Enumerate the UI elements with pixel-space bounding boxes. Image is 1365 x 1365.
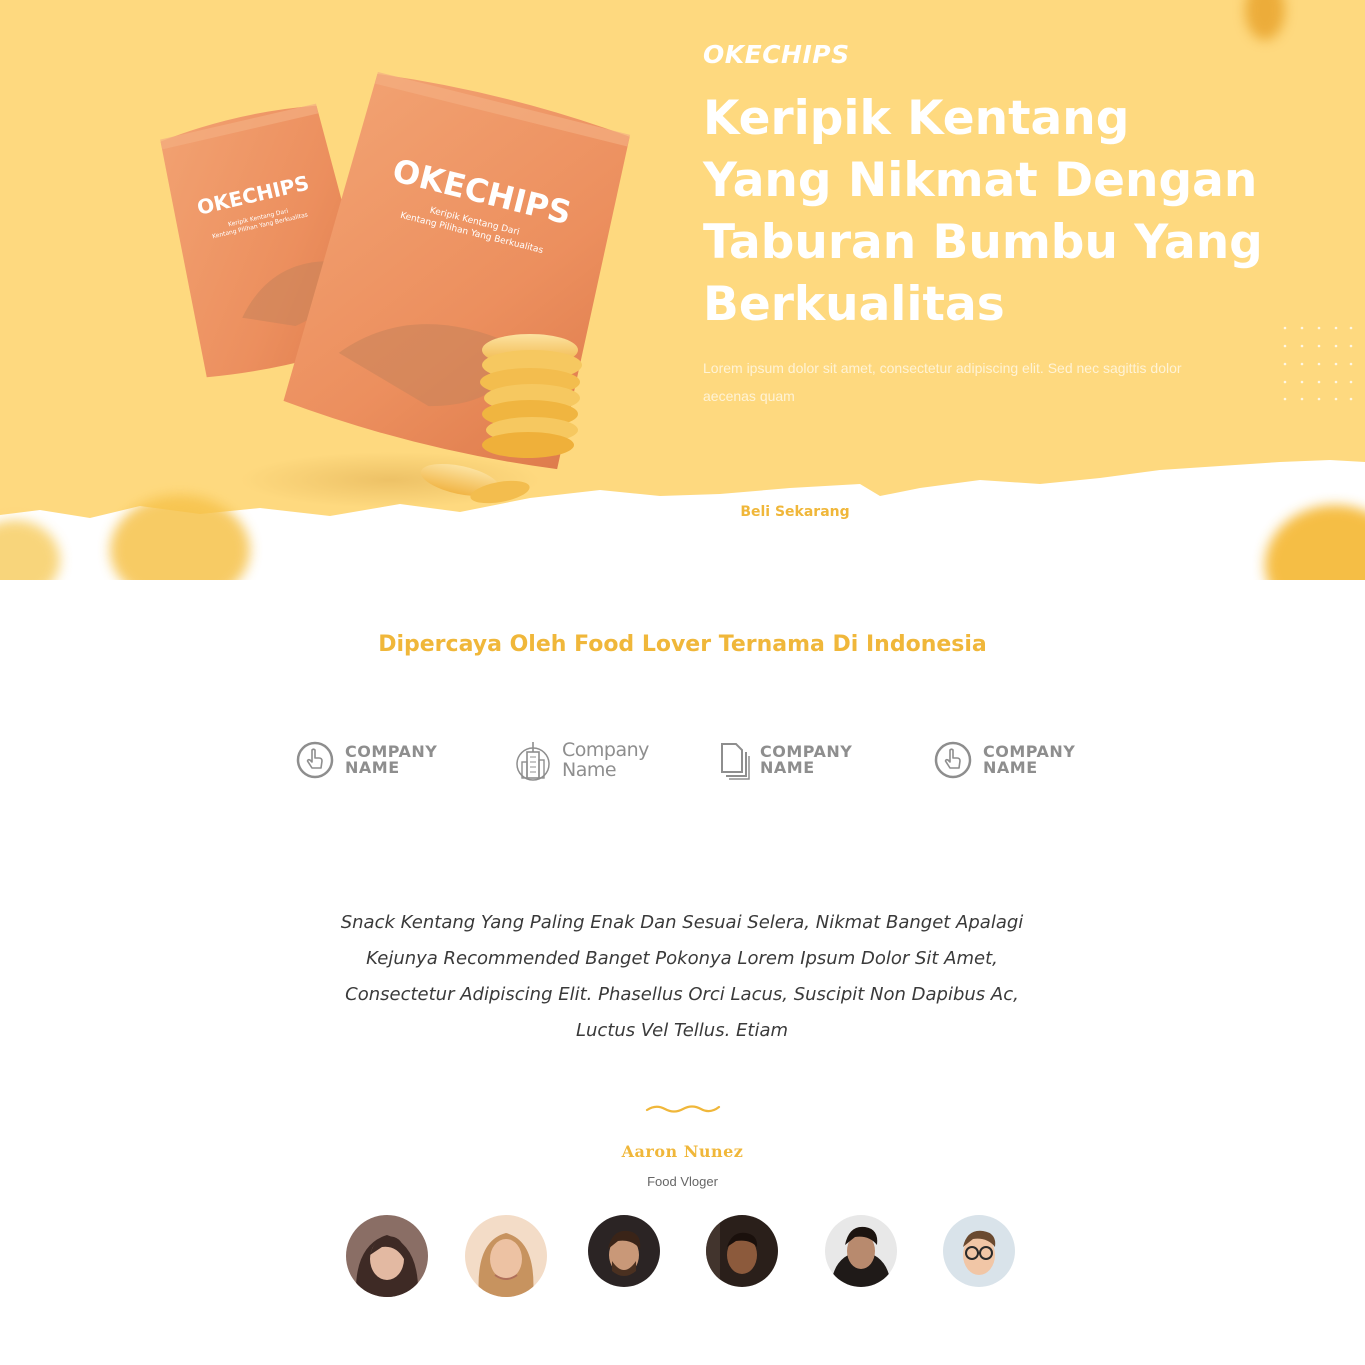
hero-section: OKECHIPS Keripik Kentang Dari Kentang Pi… xyxy=(0,0,1365,580)
avatar-5[interactable] xyxy=(825,1215,897,1287)
pointer-hand-icon xyxy=(934,741,972,779)
hero-headline: Keripik Kentang Yang Nikmat Dengan Tabur… xyxy=(703,91,1263,332)
documents-icon xyxy=(721,743,750,780)
avatar-image xyxy=(346,1215,428,1297)
avatar-image xyxy=(588,1215,660,1287)
avatar-6[interactable] xyxy=(943,1215,1015,1287)
avatar-image xyxy=(825,1215,897,1287)
company-logo-line2: NAME xyxy=(345,758,400,777)
blurred-chip-decoration xyxy=(1245,0,1285,40)
brand-logo[interactable]: OKECHIPS xyxy=(703,40,850,69)
company-logo-2[interactable]: Company Name xyxy=(514,738,649,782)
testimonial-author-name: Aaron Nunez xyxy=(621,1142,744,1161)
company-logo-line2: NAME xyxy=(983,758,1038,777)
avatar-1[interactable] xyxy=(346,1215,428,1297)
company-logo-1[interactable]: COMPANY NAME xyxy=(295,738,437,782)
avatar-3[interactable] xyxy=(588,1215,660,1287)
company-logo-line2: NAME xyxy=(760,758,815,777)
company-logo-3[interactable]: COMPANY NAME xyxy=(720,738,852,782)
avatar-image xyxy=(943,1215,1015,1287)
avatar-4[interactable] xyxy=(706,1215,778,1287)
avatar-image xyxy=(706,1215,778,1287)
avatar-image xyxy=(465,1215,547,1297)
avatar-2[interactable] xyxy=(465,1215,547,1297)
testimonial-author-role: Food Vloger xyxy=(647,1174,718,1189)
testimonial-quote: Snack Kentang Yang Paling Enak Dan Sesua… xyxy=(340,912,1024,1041)
dot-pattern-decoration xyxy=(1283,326,1353,401)
buy-now-button[interactable]: Beli Sekarang xyxy=(705,495,885,529)
squiggle-divider xyxy=(645,1105,721,1113)
trusted-by-title: Dipercaya Oleh Food Lover Ternama Di Ind… xyxy=(378,632,987,657)
hero-lead-text: Lorem ipsum dolor sit amet, consectetur … xyxy=(703,360,1182,404)
company-logo-4[interactable]: COMPANY NAME xyxy=(933,738,1075,782)
company-logo-line1: Company xyxy=(562,739,649,761)
company-logo-line2: Name xyxy=(562,759,617,781)
skyscraper-icon xyxy=(516,742,550,781)
pointer-hand-icon xyxy=(296,741,334,779)
